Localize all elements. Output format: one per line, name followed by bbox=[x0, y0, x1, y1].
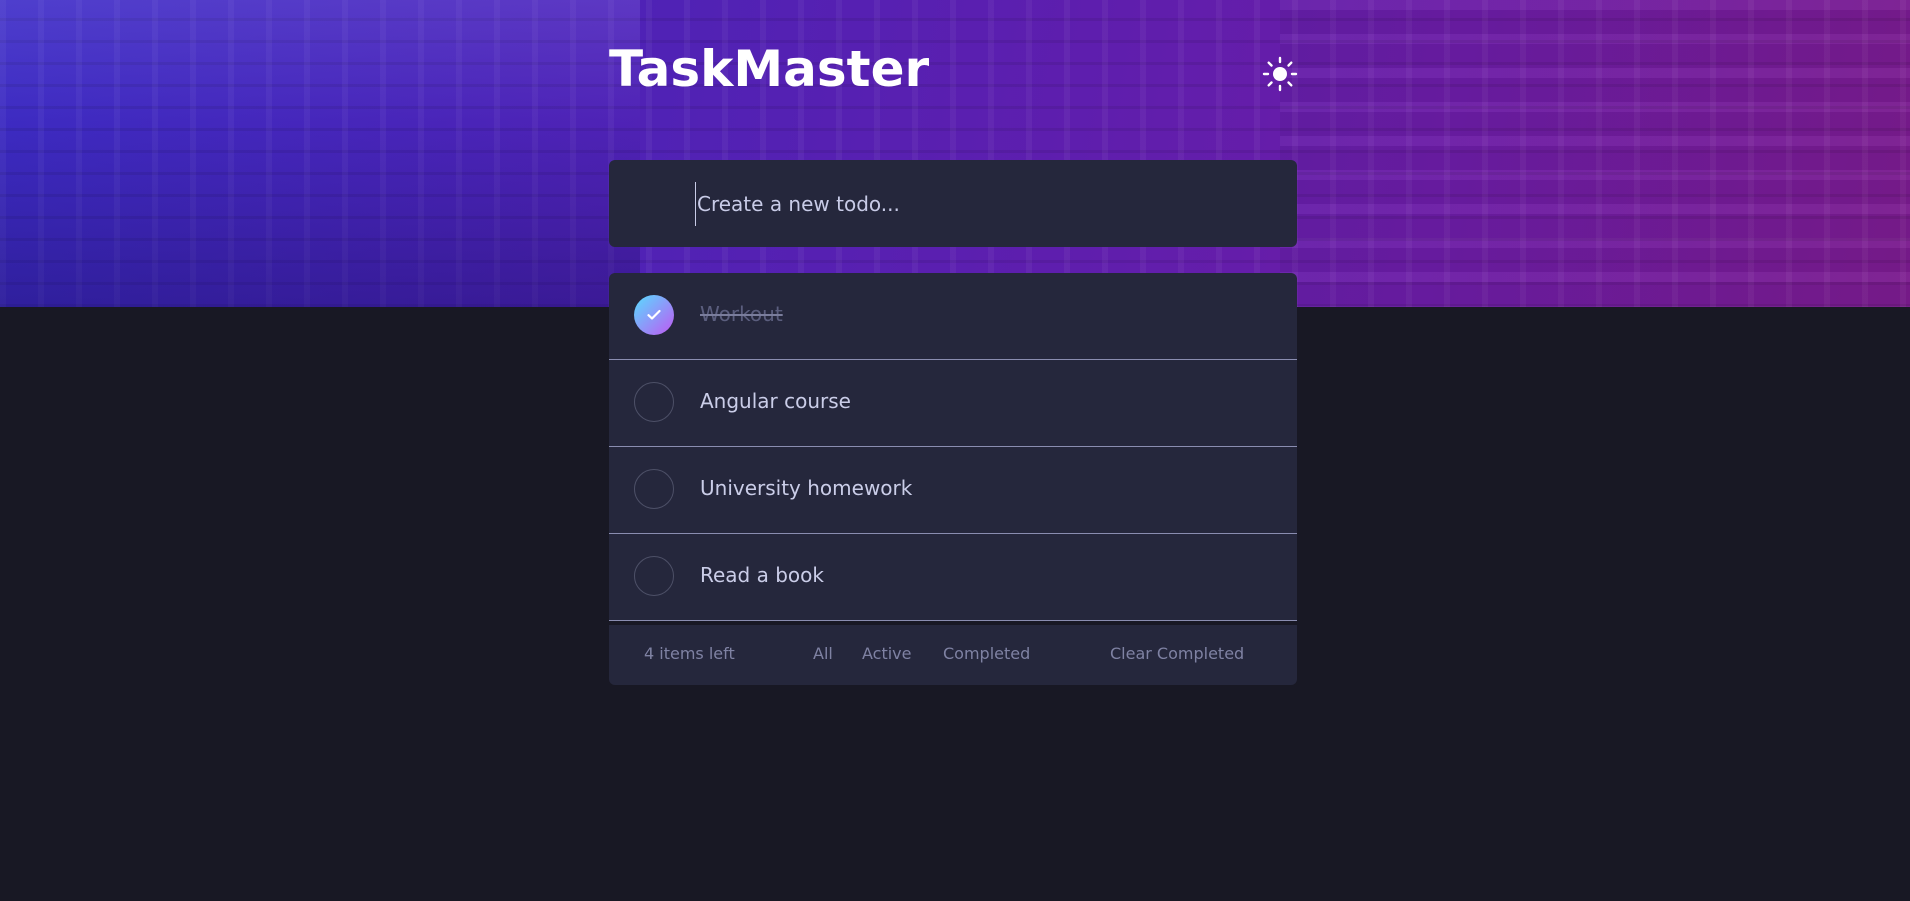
app-title: TaskMaster bbox=[609, 40, 930, 98]
todo-checkbox[interactable] bbox=[634, 382, 674, 422]
todo-checkbox-checked[interactable] bbox=[634, 295, 674, 335]
todo-footer: 4 items left All Active Completed Clear … bbox=[609, 625, 1297, 685]
todo-item[interactable]: Workout bbox=[609, 273, 1297, 360]
todo-list: Workout Angular course University homewo… bbox=[609, 273, 1297, 621]
filter-active-button[interactable]: Active bbox=[862, 644, 912, 665]
todo-text: Read a book bbox=[700, 563, 824, 587]
filter-all-button[interactable]: All bbox=[813, 644, 833, 665]
check-icon bbox=[647, 309, 661, 320]
new-todo-input[interactable] bbox=[695, 182, 1257, 226]
todo-text: Workout bbox=[700, 302, 783, 326]
sun-icon bbox=[1262, 56, 1298, 92]
new-todo-card bbox=[609, 160, 1297, 247]
todo-text: Angular course bbox=[700, 389, 851, 413]
todo-item[interactable]: Angular course bbox=[609, 360, 1297, 447]
todo-item[interactable]: Read a book bbox=[609, 534, 1297, 621]
header-background-image bbox=[0, 0, 1910, 307]
theme-toggle-button[interactable] bbox=[1262, 56, 1298, 92]
todo-item[interactable]: University homework bbox=[609, 447, 1297, 534]
todo-checkbox[interactable] bbox=[634, 469, 674, 509]
clear-completed-button[interactable]: Clear Completed bbox=[1110, 644, 1244, 665]
todo-checkbox[interactable] bbox=[634, 556, 674, 596]
items-left-count: 4 items left bbox=[644, 644, 735, 663]
todo-text: University homework bbox=[700, 476, 913, 500]
filter-completed-button[interactable]: Completed bbox=[943, 644, 1030, 665]
